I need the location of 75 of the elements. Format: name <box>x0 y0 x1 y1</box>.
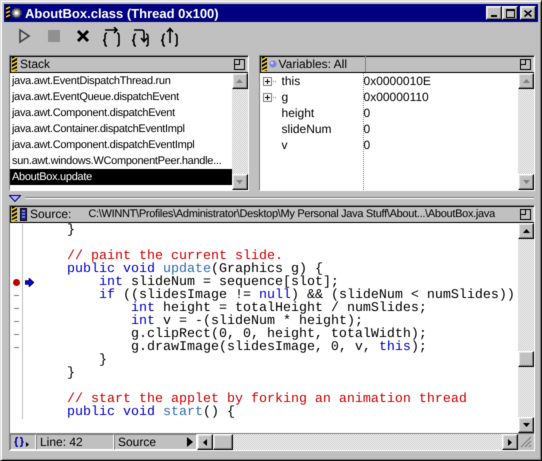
maximize-pane-icon <box>520 58 531 70</box>
view-tab[interactable]: Source <box>114 434 197 450</box>
down-arrow-icon <box>236 180 244 184</box>
panel-title: Stack <box>20 57 50 71</box>
scroll-down-button[interactable] <box>518 174 534 190</box>
stack-frame[interactable]: java.awt.Container.dispatchEventImpl <box>10 121 232 137</box>
maximize-pane-icon <box>234 58 245 70</box>
code-line: int height = totalHeight / numSlides; <box>130 302 427 315</box>
step-out-icon <box>161 27 179 47</box>
variable-name: v <box>282 138 289 152</box>
code-line: public void update(Graphics g) { <box>66 263 323 276</box>
right-triangle-icon <box>187 437 193 447</box>
variable-name: height <box>282 106 316 120</box>
code-line: g.drawImage(slidesImage, 0, v, this); <box>130 341 427 354</box>
variable-name: slideNum <box>282 122 333 136</box>
up-arrow-icon <box>522 229 530 233</box>
close-icon <box>524 10 532 16</box>
scroll-down-button[interactable] <box>232 174 248 190</box>
stack-frame[interactable]: java.awt.EventDispatchThread.run <box>10 73 232 89</box>
stack-frame[interactable]: AboutBox.update <box>10 169 232 185</box>
code-line: g.clipRect(0, 0, height, totalWidth); <box>130 328 427 341</box>
down-arrow-icon <box>522 423 530 427</box>
maximize-button[interactable] <box>502 6 518 20</box>
stack-frame[interactable]: java.awt.Component.dispatchEvent <box>10 105 232 121</box>
sphere-icon <box>268 60 277 68</box>
scroll-left-button[interactable] <box>197 434 213 450</box>
variable-value: 0 <box>362 106 370 120</box>
maximize-pane-icon <box>520 208 531 220</box>
variable-value: 0x00000110 <box>362 90 429 104</box>
left-arrow-icon <box>203 438 207 446</box>
step-into-icon <box>132 27 150 47</box>
down-arrow-icon <box>522 180 530 184</box>
scroll-down-button[interactable] <box>518 417 534 433</box>
maximize-icon <box>506 8 514 18</box>
expand-icon[interactable] <box>262 92 276 102</box>
braces-menu-button[interactable] <box>10 434 36 450</box>
up-arrow-icon <box>236 79 244 83</box>
scroll-right-button[interactable] <box>502 434 518 450</box>
code-line: } <box>66 224 75 237</box>
up-arrow-icon <box>522 79 530 83</box>
panel-title: Variables: All <box>278 57 348 71</box>
step-over-button[interactable] <box>101 25 123 49</box>
stack-frame[interactable]: java.awt.Component.dispatchEventImpl <box>10 137 232 153</box>
file-path: C:\WINNT\Profiles\Administrator\Desktop\My Personal Java Stuff\About...\AboutBox.java <box>88 208 495 220</box>
code-line: // start the applet by forking an animation thread <box>66 393 467 406</box>
scrollbar-thumb[interactable] <box>518 351 534 367</box>
window-title: AboutBox.class (Thread 0x100) <box>25 6 220 20</box>
code-line: if ((slidesImage != null) && (slideNum < numSlides)) <box>98 289 515 302</box>
code-line: int v = -(slideNum * height); <box>130 315 363 328</box>
collapse-triangle-icon <box>9 194 21 202</box>
minimize-button[interactable] <box>486 6 502 20</box>
step-out-button[interactable] <box>159 25 181 49</box>
code-line: public void start() { <box>66 406 235 419</box>
scroll-up-button[interactable] <box>518 73 534 89</box>
stack-frame[interactable]: sun.awt.windows.WComponentPeer.handle... <box>10 153 232 169</box>
variable-name: g <box>282 90 290 104</box>
variable-name: this <box>282 74 302 88</box>
stack-frame[interactable]: java.awt.EventQueue.dispatchEvent <box>10 89 232 105</box>
scrollbar-thumb[interactable] <box>213 434 233 450</box>
variable-value: 0 <box>362 122 370 136</box>
code-line: } <box>98 354 107 367</box>
source-label: Source: <box>30 207 72 221</box>
scroll-up-button[interactable] <box>232 73 248 89</box>
close-button[interactable] <box>520 6 536 20</box>
gear-icon <box>6 5 22 21</box>
code-line: // paint the current slide. <box>66 250 283 263</box>
code-line: } <box>66 367 75 380</box>
line-indicator: Line: 42 <box>36 434 114 450</box>
step-over-icon <box>103 27 121 47</box>
expand-icon[interactable] <box>262 76 276 86</box>
variable-value: 0 <box>362 138 370 152</box>
right-arrow-icon <box>508 438 512 446</box>
code-line: int slideNum = sequence[slot]; <box>98 276 339 289</box>
scroll-up-button[interactable] <box>518 223 534 239</box>
variable-value: 0x0000010E <box>362 74 431 88</box>
